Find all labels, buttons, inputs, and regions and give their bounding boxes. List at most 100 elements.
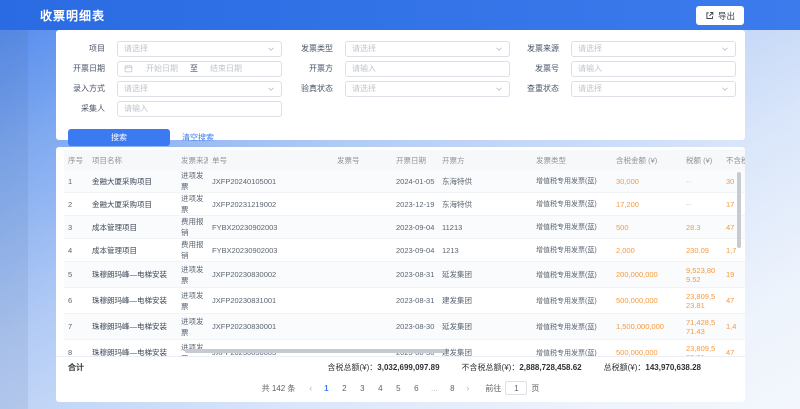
left-rail (0, 0, 28, 409)
cell-amount_incl: 17,200 (612, 193, 682, 216)
table-row: 2金融大厦采购项目进项发票JXFP202312190022023-12-19东海… (64, 193, 745, 216)
page-button[interactable]: 5 (392, 384, 404, 393)
page-button[interactable]: 3 (356, 384, 368, 393)
filter-label-duplicate-status: 查重状态 (510, 83, 559, 94)
cell-tax: 23,809,523.81 (682, 288, 722, 314)
invoice-date-range[interactable]: 开始日期 至 结束日期 (117, 61, 282, 77)
cell-date: 2023-09-04 (392, 239, 438, 262)
total-excl-value: 2,888,728,458.62 (519, 363, 581, 372)
cell-amount_incl: 500,000,000 (612, 340, 682, 357)
filter-label-invoice-date: 开票日期 (68, 63, 105, 74)
duplicate-status-placeholder: 请选择 (578, 83, 721, 94)
invoice-table-body: 1金融大厦采购项目进项发票JXFP202401050012024-01-05东海… (64, 170, 745, 356)
cell-no: 4 (64, 239, 88, 262)
cell-no: 3 (64, 216, 88, 239)
chevron-down-icon (267, 45, 275, 53)
search-button[interactable]: 搜索 (68, 129, 170, 146)
cell-type: 增值税专用发票(蓝) (532, 340, 612, 357)
project-select[interactable]: 请选择 (117, 41, 282, 57)
cell-amount_incl: 30,000 (612, 170, 682, 193)
calendar-icon (124, 64, 133, 73)
end-date-placeholder: 结束日期 (200, 63, 252, 74)
table-row: 5珠穆朗玛峰—电梯安装进项发票JXFP202308300022023-08-31… (64, 262, 745, 288)
page-button[interactable]: 6 (410, 384, 422, 393)
cell-tax: 9,523,809.52 (682, 262, 722, 288)
vertical-scrollbar[interactable] (737, 172, 741, 248)
cell-tax: 230.09 (682, 239, 722, 262)
cell-amount_excl: 47 (722, 216, 745, 239)
cell-date: 2023-08-31 (392, 288, 438, 314)
invoice-type-select[interactable]: 请选择 (345, 41, 510, 57)
cell-type: 增值税专用发票(蓝) (532, 288, 612, 314)
cell-no: 5 (64, 262, 88, 288)
cell-amount_excl: 47 (722, 340, 745, 357)
page-button[interactable]: 4 (374, 384, 386, 393)
table-row: 8珠穆朗玛峰—电梯安装进项发票JXFP202308300032023-08-30… (64, 340, 745, 357)
page-button[interactable]: 2 (338, 384, 350, 393)
cell-amount_excl: 17 (722, 193, 745, 216)
cell-no: 1 (64, 170, 88, 193)
cell-type: 增值税专用发票(蓝) (532, 193, 612, 216)
export-button[interactable]: 导出 (696, 6, 744, 25)
cell-order_no: FYBX20230902003 (208, 239, 333, 262)
cell-no: 7 (64, 314, 88, 340)
table-row: 6珠穆朗玛峰—电梯安装进项发票JXFP202308310012023-08-31… (64, 288, 745, 314)
cell-issuer: 东海特供 (438, 170, 532, 193)
chevron-down-icon (495, 85, 503, 93)
filter-label-invoice-number: 发票号 (510, 63, 559, 74)
issuer-placeholder: 请输入 (352, 63, 503, 74)
cell-amount_excl: 1,7 (722, 239, 745, 262)
cell-project: 金融大厦采购项目 (88, 170, 177, 193)
column-header: 发票号 (333, 150, 392, 170)
cell-source: 进项发票 (177, 170, 208, 193)
cell-project: 成本管理项目 (88, 216, 177, 239)
cell-date: 2023-12-19 (392, 193, 438, 216)
cell-amount_incl: 1,500,000,000 (612, 314, 682, 340)
cell-date: 2024-01-05 (392, 170, 438, 193)
clear-search-link[interactable]: 清空搜索 (182, 132, 214, 143)
filter-label-verify-status: 验真状态 (282, 83, 333, 94)
cell-tax: -- (682, 193, 722, 216)
export-label: 导出 (718, 10, 735, 22)
page-button[interactable]: 1 (320, 384, 332, 393)
horizontal-scrollbar[interactable] (185, 349, 445, 353)
cell-no: 6 (64, 288, 88, 314)
cell-project: 珠穆朗玛峰—电梯安装 (88, 288, 177, 314)
chevron-down-icon (721, 85, 729, 93)
cell-amount_incl: 200,000,000 (612, 262, 682, 288)
goto-page-input[interactable] (505, 381, 527, 395)
cell-issuer: 延发集团 (438, 314, 532, 340)
cell-no: 8 (64, 340, 88, 357)
page-button[interactable]: 8 (446, 384, 458, 393)
total-tax-label: 总税额(¥)： (604, 362, 646, 373)
cell-source: 进项发票 (177, 193, 208, 216)
cell-type: 增值税专用发票(蓝) (532, 314, 612, 340)
column-header: 开票日期 (392, 150, 438, 170)
verify-status-select[interactable]: 请选择 (345, 81, 510, 97)
entry-method-select[interactable]: 请选择 (117, 81, 282, 97)
prev-page-button[interactable]: ‹ (307, 383, 314, 393)
invoice-number-input[interactable]: 请输入 (571, 61, 736, 77)
cell-type: 增值税专用发票(蓝) (532, 239, 612, 262)
table-row: 3成本管理项目费用报销FYBX202309020032023-09-041121… (64, 216, 745, 239)
cell-order_no: JXFP20230830001 (208, 314, 333, 340)
table-row: 1金融大厦采购项目进项发票JXFP202401050012024-01-05东海… (64, 170, 745, 193)
page-title: 收票明细表 (40, 7, 105, 24)
cell-invoice_no (333, 262, 392, 288)
collector-input[interactable]: 请输入 (117, 101, 282, 117)
cell-tax: 28.3 (682, 216, 722, 239)
cell-project: 珠穆朗玛峰—电梯安装 (88, 340, 177, 357)
duplicate-status-select[interactable]: 请选择 (571, 81, 736, 97)
next-page-button[interactable]: › (464, 383, 471, 393)
cell-issuer: 延发集团 (438, 262, 532, 288)
cell-type: 增值税专用发票(蓝) (532, 216, 612, 239)
goto-label: 前往 (485, 383, 501, 394)
cell-date: 2023-08-30 (392, 314, 438, 340)
column-header: 项目名称 (88, 150, 177, 170)
invoice-source-select[interactable]: 请选择 (571, 41, 736, 57)
invoice-table-card: 序号项目名称发票来源单号发票号开票日期开票方发票类型含税金额 (¥)税额 (¥)… (56, 147, 745, 402)
issuer-input[interactable]: 请输入 (345, 61, 510, 77)
invoice-number-placeholder: 请输入 (578, 63, 729, 74)
cell-order_no: FYBX20230902003 (208, 216, 333, 239)
cell-amount_excl: 47 (722, 288, 745, 314)
